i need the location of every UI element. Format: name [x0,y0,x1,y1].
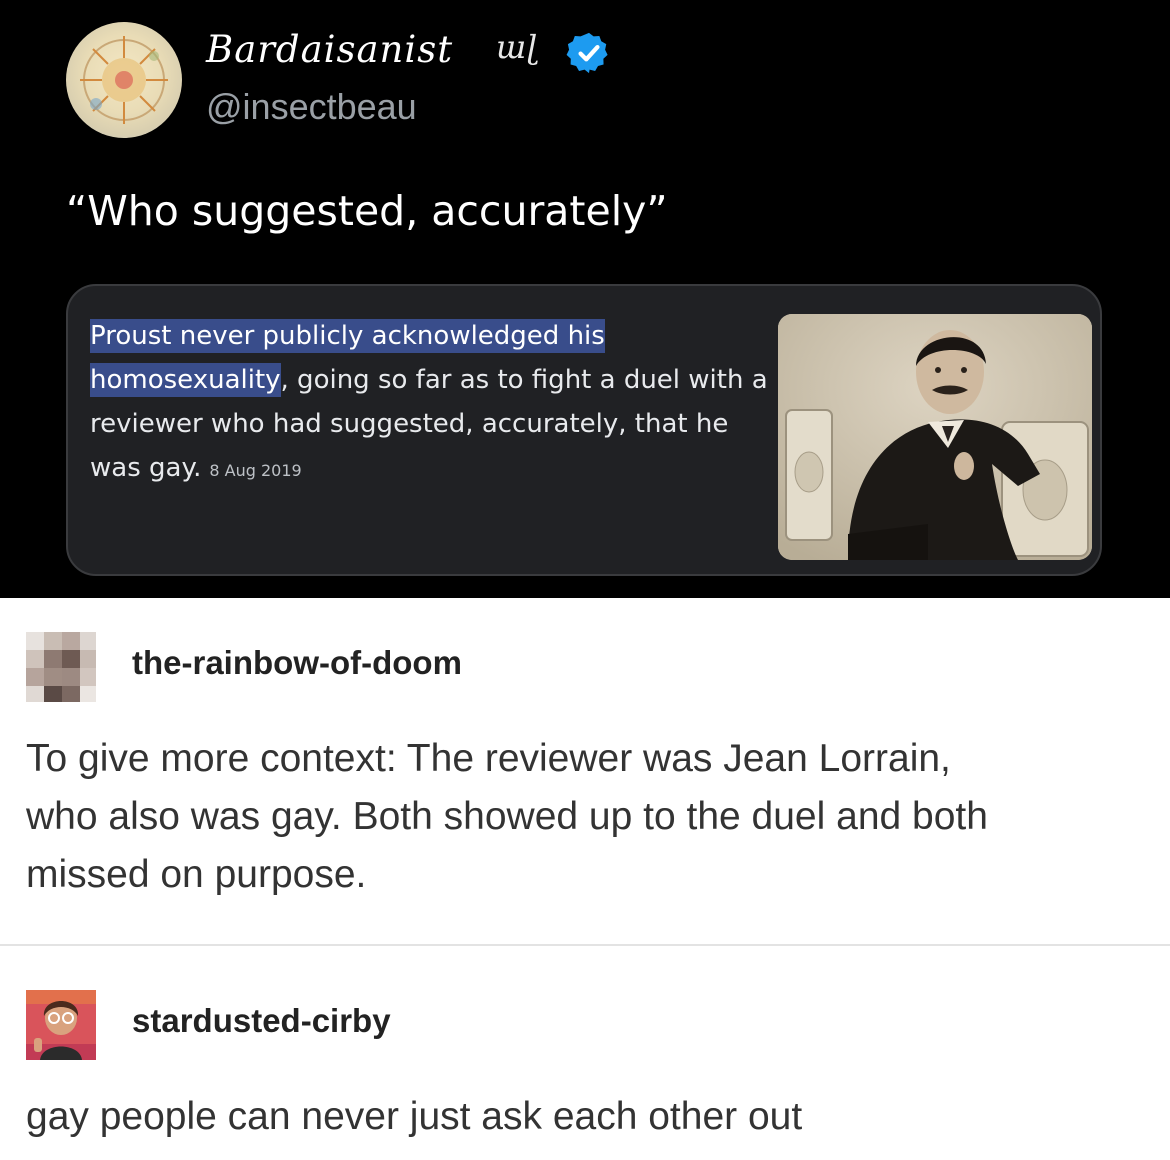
snippet-highlight-1: Proust never publicly acknowledged his [90,319,605,353]
zodiac-artwork [80,36,168,124]
tweet-text: “Who suggested, accurately” [66,187,668,235]
snippet-date: 8 Aug 2019 [209,461,302,480]
username[interactable]: stardusted-cirby [132,1002,391,1040]
blurred-avatar [26,632,96,702]
search-snippet-card: Proust never publicly acknowledged his ho… [66,284,1102,576]
tweet-avatar[interactable] [66,22,182,138]
tweet-handle[interactable]: @insectbeau [206,86,417,128]
post-body: gay people can never just ask each other… [26,1095,803,1138]
tweet-screenshot: Bardaisanist ɯɭ @insectbeau “Who suggest… [0,0,1170,598]
verified-badge-icon [566,32,608,74]
post-body: To give more context: The reviewer was J… [26,737,988,896]
user-avatar[interactable] [26,990,96,1060]
reblog-post: the-rainbow-of-doom To give more context… [0,598,1170,944]
display-name[interactable]: Bardaisanist [206,28,453,71]
cartoon-avatar [26,990,96,1060]
portrait-photo [778,314,1092,560]
username[interactable]: the-rainbow-of-doom [132,644,462,682]
reblog-post: stardusted-cirby gay people can never ju… [0,946,1170,1160]
user-avatar[interactable] [26,632,96,702]
portrait-illustration [778,314,1092,560]
name-glyph: ɯɭ [496,28,538,66]
snippet-text: Proust never publicly acknowledged his ho… [90,314,770,493]
snippet-highlight-2: homosexuality [90,363,281,397]
